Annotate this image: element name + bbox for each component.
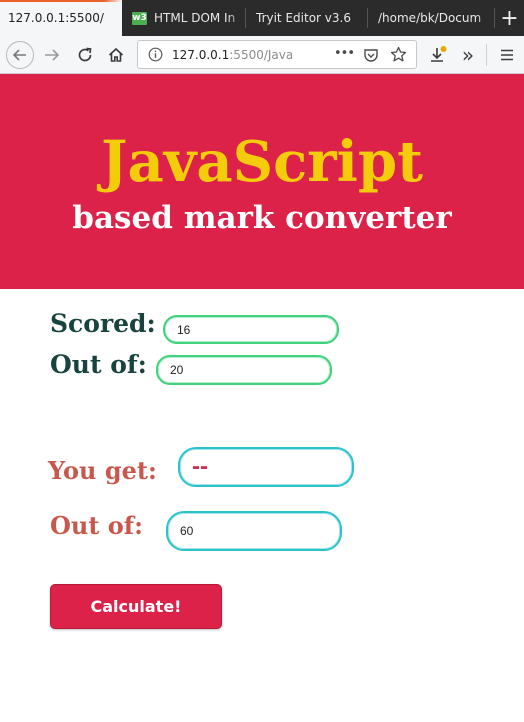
toolbar-separator: [486, 44, 487, 66]
out-of-label: Out of:: [50, 350, 147, 379]
tab-title: 127.0.0.1:5500/: [8, 11, 104, 25]
tab-title: Tryit Editor v3.6: [256, 11, 351, 25]
w3schools-icon: w3: [132, 11, 147, 25]
reload-button[interactable]: [73, 36, 97, 74]
tab-title: /home/bk/Docum: [378, 11, 482, 25]
page-actions-menu-icon[interactable]: •••: [334, 46, 355, 61]
address-bar[interactable]: 127.0.0.1:5500/JavaScr •••: [137, 40, 417, 69]
out-of-input[interactable]: 20: [156, 355, 332, 385]
page-banner: JavaScript based mark converter: [0, 74, 524, 289]
url-host: 127.0.0.1: [172, 48, 230, 62]
tab-home-documents[interactable]: /home/bk/Docum: [368, 0, 495, 36]
tab-title: HTML DOM In: [154, 11, 236, 25]
tab-fade: [227, 0, 245, 36]
pocket-icon[interactable]: [363, 47, 379, 63]
calculate-button[interactable]: Calculate!: [50, 584, 222, 629]
forward-button[interactable]: [40, 36, 64, 74]
back-arrow-icon: [6, 41, 34, 69]
download-icon: [431, 46, 447, 62]
tab-strip: 127.0.0.1:5500/ w3 HTML DOM In Tryit Edi…: [0, 0, 524, 36]
home-button[interactable]: [104, 36, 128, 74]
hamburger-menu-icon: [501, 49, 513, 61]
scored-label: Scored:: [50, 309, 156, 338]
url-path: :5500/JavaScr: [229, 48, 292, 62]
page-title: JavaScript: [101, 129, 423, 195]
forward-arrow-icon: [45, 49, 60, 61]
you-get-label: You get:: [48, 456, 157, 485]
info-icon[interactable]: [148, 47, 163, 62]
tab-fade: [476, 0, 494, 36]
scored-input[interactable]: 16: [163, 315, 339, 344]
tab-fade: [104, 0, 122, 36]
result-output[interactable]: --: [178, 447, 354, 487]
target-out-of-label: Out of:: [50, 511, 143, 540]
overflow-menu-button[interactable]: »: [456, 36, 480, 74]
tab-tryit-editor[interactable]: Tryit Editor v3.6: [246, 0, 368, 36]
url-text[interactable]: 127.0.0.1:5500/JavaScr: [172, 48, 292, 62]
tab-html-dom[interactable]: w3 HTML DOM In: [122, 0, 246, 36]
page-subtitle: based mark converter: [72, 200, 452, 236]
home-icon: [108, 47, 124, 62]
hamburger-menu-button[interactable]: [494, 36, 520, 74]
target-out-of-input[interactable]: 60: [166, 511, 342, 551]
bookmark-star-icon[interactable]: [390, 46, 407, 63]
reload-icon: [78, 47, 92, 62]
back-button[interactable]: [4, 36, 36, 74]
new-tab-button[interactable]: +: [495, 0, 524, 36]
downloads-button[interactable]: [426, 36, 450, 74]
tab-localhost[interactable]: 127.0.0.1:5500/: [0, 0, 122, 36]
